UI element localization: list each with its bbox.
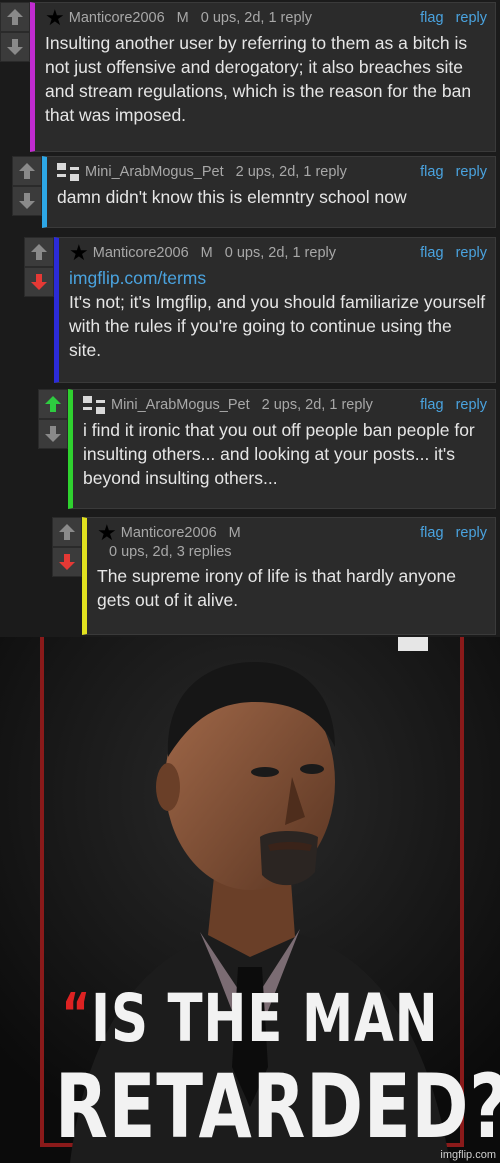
comment-body: ★ Manticore2006 M 0 ups, 2d, 1 reply fla… bbox=[30, 2, 496, 152]
caption-line1-text: IS THE MAN bbox=[91, 980, 439, 1057]
comment-actions: flag reply bbox=[412, 10, 487, 26]
flag-link[interactable]: flag bbox=[420, 10, 443, 26]
comment: ★ Manticore2006 M 0 ups, 2d, 1 reply fla… bbox=[0, 2, 496, 152]
comment-body: Mini_ArabMogus_Pet 2 ups, 2d, 1 reply fl… bbox=[68, 389, 496, 509]
vote-column bbox=[52, 517, 82, 635]
comment-text: It's not; it's Imgflip, and you should f… bbox=[69, 292, 486, 360]
mod-badge: M bbox=[200, 245, 213, 261]
username-link[interactable]: Manticore2006 bbox=[121, 525, 217, 541]
reply-link[interactable]: reply bbox=[456, 164, 487, 180]
star-icon: ★ bbox=[97, 520, 117, 545]
arrow-down-icon bbox=[45, 426, 61, 442]
downvote-button[interactable] bbox=[0, 32, 30, 62]
comment-body: ★ Manticore2006 M 0 ups, 2d, 3 replies f… bbox=[82, 517, 496, 635]
arrow-up-icon bbox=[45, 396, 61, 412]
comment-actions: flag reply bbox=[412, 525, 487, 541]
reply-link[interactable]: reply bbox=[456, 397, 487, 413]
quote-mark: “ bbox=[61, 982, 92, 1047]
reply-link[interactable]: reply bbox=[456, 10, 487, 26]
reply-link[interactable]: reply bbox=[456, 525, 487, 541]
comment-actions: flag reply bbox=[412, 397, 487, 413]
comment: Mini_ArabMogus_Pet 2 ups, 2d, 1 reply fl… bbox=[38, 389, 496, 509]
arrow-down-icon bbox=[19, 193, 35, 209]
mod-badge: M bbox=[176, 10, 189, 26]
username-link[interactable]: Manticore2006 bbox=[69, 10, 165, 26]
comment-text: damn didn't know this is elemntry school… bbox=[57, 187, 407, 207]
upvote-button[interactable] bbox=[24, 237, 54, 267]
downvote-button[interactable] bbox=[38, 419, 68, 449]
comment: ★ Manticore2006 M 0 ups, 2d, 1 reply fla… bbox=[24, 237, 496, 383]
vote-column bbox=[24, 237, 54, 383]
flag-link[interactable]: flag bbox=[420, 245, 443, 261]
arrow-down-icon bbox=[7, 39, 23, 55]
username-link[interactable]: Mini_ArabMogus_Pet bbox=[85, 164, 224, 180]
username-link[interactable]: Manticore2006 bbox=[93, 245, 189, 261]
reply-link[interactable]: reply bbox=[456, 245, 487, 261]
downvote-button[interactable] bbox=[24, 267, 54, 297]
comment-thread: ★ Manticore2006 M 0 ups, 2d, 1 reply fla… bbox=[0, 0, 500, 637]
comment-meta: 2 ups, 2d, 1 reply bbox=[261, 397, 373, 413]
terms-link[interactable]: imgflip.com/terms bbox=[69, 266, 487, 290]
cross-glyph-icon bbox=[83, 396, 105, 414]
arrow-up-icon bbox=[19, 163, 35, 179]
flag-link[interactable]: flag bbox=[420, 397, 443, 413]
star-icon: ★ bbox=[45, 5, 65, 30]
cross-glyph-icon bbox=[57, 163, 79, 181]
comment-meta: 0 ups, 2d, 1 reply bbox=[200, 10, 312, 26]
upvote-button[interactable] bbox=[0, 2, 30, 32]
downvote-button[interactable] bbox=[12, 186, 42, 216]
comment: ★ Manticore2006 M 0 ups, 2d, 3 replies f… bbox=[52, 517, 496, 635]
meme-image: “IS THE MAN RETARDED? imgflip.com bbox=[0, 637, 500, 1163]
comment-meta: 0 ups, 2d, 1 reply bbox=[224, 245, 336, 261]
downvote-button[interactable] bbox=[52, 547, 82, 577]
comment-actions: flag reply bbox=[412, 245, 487, 261]
comment-text: Insulting another user by referring to t… bbox=[45, 33, 472, 125]
mod-badge: M bbox=[228, 525, 241, 541]
comment-body: ★ Manticore2006 M 0 ups, 2d, 1 reply fla… bbox=[54, 237, 496, 383]
comment-text: The supreme irony of life is that hardly… bbox=[97, 566, 456, 610]
username-link[interactable]: Mini_ArabMogus_Pet bbox=[111, 397, 250, 413]
flag-link[interactable]: flag bbox=[420, 164, 443, 180]
comment-actions: flag reply bbox=[412, 164, 487, 180]
comment-text: i find it ironic that you out off people… bbox=[83, 420, 475, 488]
upvote-button[interactable] bbox=[12, 156, 42, 186]
arrow-up-icon bbox=[31, 244, 47, 260]
star-icon: ★ bbox=[69, 240, 89, 265]
upvote-button[interactable] bbox=[52, 517, 82, 547]
comment-meta: 2 ups, 2d, 1 reply bbox=[235, 164, 347, 180]
arrow-down-icon bbox=[59, 554, 75, 570]
arrow-down-icon bbox=[31, 274, 47, 290]
vote-column bbox=[12, 156, 42, 228]
vote-column bbox=[38, 389, 68, 509]
meme-caption-line2: RETARDED? bbox=[55, 1055, 500, 1158]
meme-caption-line1: “IS THE MAN bbox=[55, 980, 445, 1057]
comment-meta: 0 ups, 2d, 3 replies bbox=[109, 544, 232, 560]
imgflip-watermark: imgflip.com bbox=[440, 1149, 496, 1161]
upvote-button[interactable] bbox=[38, 389, 68, 419]
comment-body: Mini_ArabMogus_Pet 2 ups, 2d, 1 reply fl… bbox=[42, 156, 496, 228]
arrow-up-icon bbox=[7, 9, 23, 25]
arrow-up-icon bbox=[59, 524, 75, 540]
comment: Mini_ArabMogus_Pet 2 ups, 2d, 1 reply fl… bbox=[12, 156, 496, 228]
vote-column bbox=[0, 2, 30, 152]
flag-link[interactable]: flag bbox=[420, 525, 443, 541]
